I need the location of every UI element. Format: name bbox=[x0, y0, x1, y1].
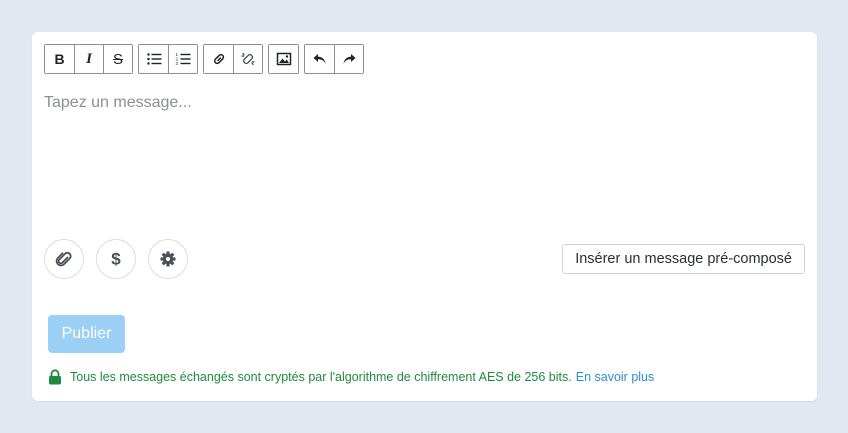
settings-button[interactable] bbox=[148, 239, 188, 279]
lock-icon bbox=[49, 369, 61, 385]
bold-icon: B bbox=[54, 51, 65, 67]
insert-image-button[interactable] bbox=[269, 45, 298, 73]
bullet-list-icon bbox=[146, 53, 161, 65]
redo-icon bbox=[343, 54, 356, 64]
security-text: Tous les messages échangés sont cryptés … bbox=[70, 370, 572, 384]
message-editor[interactable]: Tapez un message... bbox=[44, 94, 804, 214]
italic-icon: I bbox=[86, 50, 92, 67]
unlink-icon bbox=[241, 52, 255, 66]
dollar-icon: $ bbox=[111, 250, 121, 268]
price-button[interactable]: $ bbox=[96, 239, 136, 279]
bold-button[interactable]: B bbox=[45, 45, 74, 73]
numbered-list-button[interactable]: 1 2 3 bbox=[168, 45, 197, 73]
link-icon bbox=[213, 53, 224, 65]
paperclip-icon bbox=[55, 251, 72, 267]
redo-button[interactable] bbox=[334, 45, 363, 73]
publish-button[interactable]: Publier bbox=[48, 315, 125, 353]
learn-more-link[interactable]: En savoir plus bbox=[576, 370, 655, 384]
strikethrough-button[interactable]: S bbox=[103, 45, 132, 73]
list-group: 1 2 3 bbox=[138, 44, 198, 74]
editor-placeholder: Tapez un message... bbox=[44, 94, 192, 111]
svg-text:3: 3 bbox=[176, 61, 179, 66]
media-group bbox=[268, 44, 299, 74]
numbered-list-icon: 1 2 3 bbox=[176, 52, 191, 66]
italic-button[interactable]: I bbox=[74, 45, 103, 73]
history-group bbox=[304, 44, 364, 74]
unlink-button[interactable] bbox=[233, 45, 262, 73]
undo-icon bbox=[313, 54, 325, 64]
bullet-list-button[interactable] bbox=[139, 45, 168, 73]
image-icon bbox=[276, 52, 291, 66]
link-button[interactable] bbox=[204, 45, 233, 73]
link-group bbox=[203, 44, 263, 74]
svg-text:$: $ bbox=[111, 250, 121, 268]
insert-precomposed-button[interactable]: Insérer un message pré-composé bbox=[562, 244, 805, 274]
undo-button[interactable] bbox=[305, 45, 334, 73]
formatting-toolbar: B I S 1 2 3 bbox=[44, 44, 364, 74]
security-notice: Tous les messages échangés sont cryptés … bbox=[48, 369, 654, 385]
gear-icon bbox=[160, 251, 176, 267]
attach-file-button[interactable] bbox=[44, 239, 84, 279]
strikethrough-icon: S bbox=[112, 50, 123, 68]
message-composer-card: B I S 1 2 3 Tapez un message... $ Insére… bbox=[32, 32, 817, 401]
text-style-group: B I S bbox=[44, 44, 133, 74]
